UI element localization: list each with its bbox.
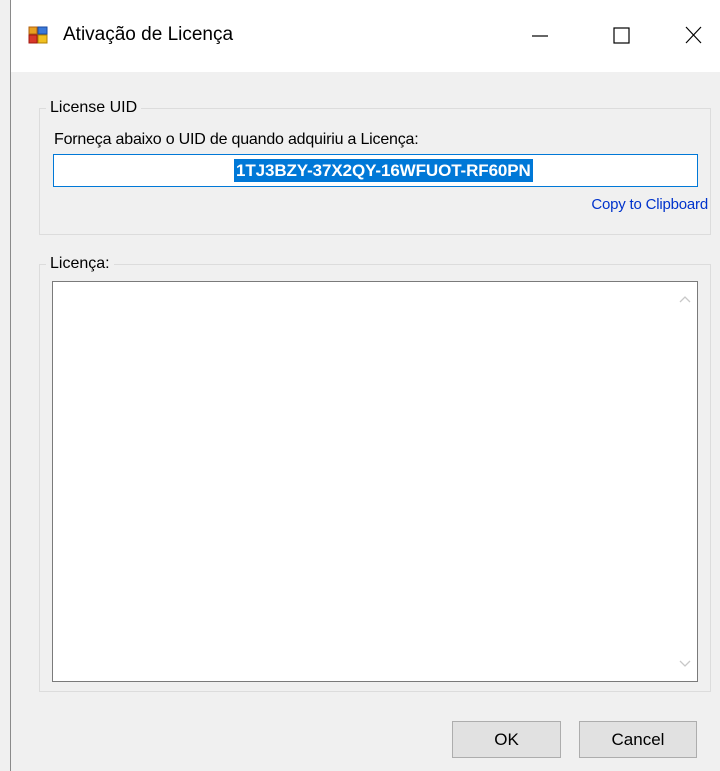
- license-textarea[interactable]: [52, 281, 698, 682]
- cancel-button[interactable]: Cancel: [579, 721, 697, 758]
- window-title: Ativação de Licença: [63, 24, 234, 45]
- license-uid-legend: License UID: [50, 99, 138, 116]
- scroll-down-icon[interactable]: [673, 651, 697, 675]
- license-scrollbar[interactable]: [673, 282, 697, 681]
- uid-selected-text[interactable]: 1TJ3BZY-37X2QY-16WFUOT-RF60PN: [234, 159, 533, 182]
- copy-to-clipboard-link[interactable]: Copy to Clipboard: [591, 196, 708, 214]
- app-window-icon: [28, 26, 48, 44]
- scroll-up-icon[interactable]: [673, 288, 697, 312]
- dialog-window: Ativação de Licença License UID Forneça …: [10, 0, 720, 771]
- ok-button[interactable]: OK: [452, 721, 561, 758]
- uid-input[interactable]: 1TJ3BZY-37X2QY-16WFUOT-RF60PN: [53, 154, 698, 187]
- maximize-icon[interactable]: [595, 16, 647, 56]
- uid-prompt-label: Forneça abaixo o UID de quando adquiriu …: [54, 131, 419, 148]
- minimize-icon[interactable]: [513, 16, 565, 56]
- license-legend: Licença:: [50, 255, 110, 272]
- title-bar[interactable]: Ativação de Licença: [11, 0, 720, 72]
- close-icon[interactable]: [668, 16, 720, 56]
